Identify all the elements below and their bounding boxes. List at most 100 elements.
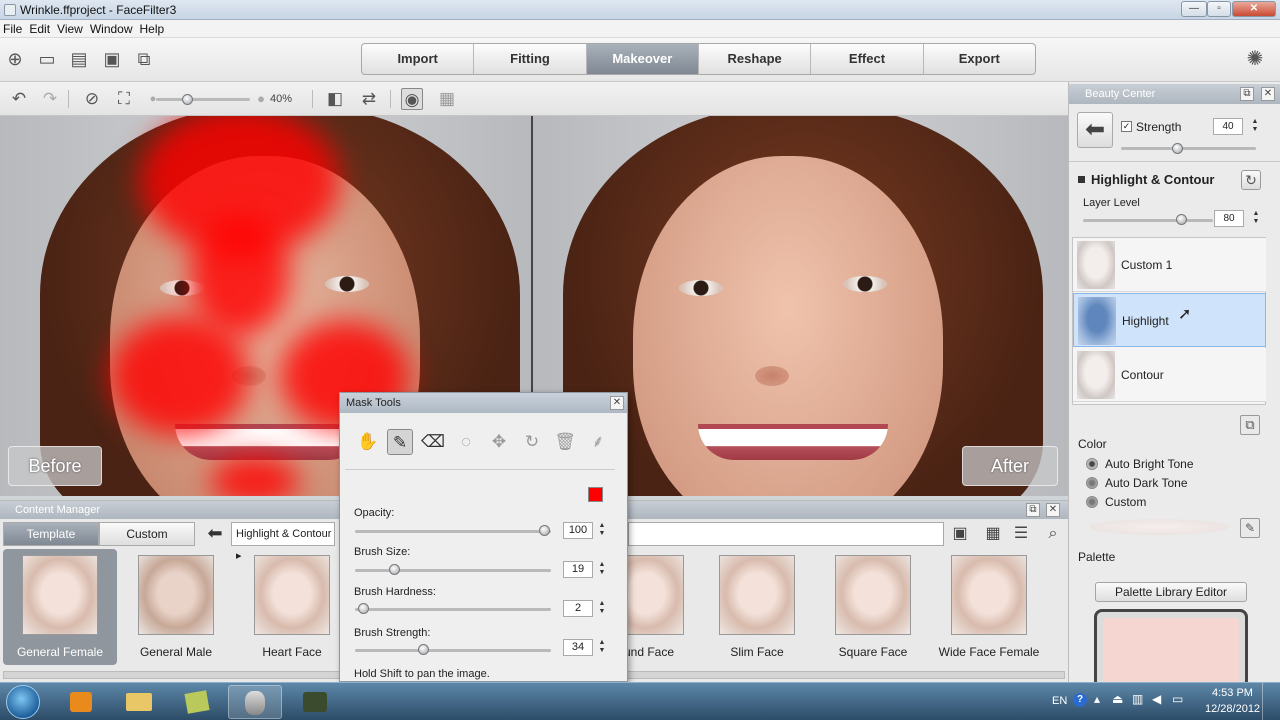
reset-icon[interactable]: ⊘ [81,88,103,110]
new-project-icon[interactable]: ⊕ [4,48,26,70]
taskbar-media-player[interactable] [54,685,108,719]
opacity-slider-knob[interactable] [539,525,550,536]
strength-slider[interactable] [1121,147,1256,150]
close-button[interactable]: ✕ [1232,1,1276,17]
eraser-icon[interactable]: ⌫ [420,429,446,455]
open-image-icon[interactable]: ▤ [68,48,90,70]
swap-view-icon[interactable]: ⇄ [358,88,380,110]
brush-size-value[interactable]: 19 [563,561,593,578]
close-panel-icon[interactable]: ✕ [1261,87,1275,101]
layer-item-custom-1[interactable]: Custom 1 [1073,238,1266,292]
step-makeover[interactable]: Makeover [586,44,699,74]
mask-tools-close-button[interactable]: ✕ [610,396,624,410]
clock-date[interactable]: 12/28/2012 [1205,703,1260,715]
radio-auto-bright-tone[interactable] [1086,458,1098,470]
lasso-icon[interactable]: ◌ [453,429,479,455]
step-reshape[interactable]: Reshape [699,44,812,74]
step-import[interactable]: Import [362,44,475,74]
strength-spinner[interactable]: ▲ ▼ [1250,118,1260,135]
open-folder-icon[interactable]: ▭ [36,48,58,70]
brush-strength-value[interactable]: 34 [563,639,593,656]
eyedropper-icon[interactable]: ✎ [1240,518,1260,538]
save-icon[interactable]: ▣ [101,48,123,70]
undock-icon[interactable]: ⧉ [1240,87,1254,101]
minimize-button[interactable]: — [1181,1,1207,17]
refresh-icon[interactable]: ↻ [1241,170,1261,190]
menu-view[interactable]: View [54,20,87,36]
gradient-view-icon[interactable]: ▦ [436,88,458,110]
undo-icon[interactable]: ↶ [8,88,30,110]
palette-swatch[interactable] [1103,618,1239,688]
brush-icon[interactable]: ✎ [387,429,413,455]
tab-custom[interactable]: Custom [99,522,195,546]
radio-auto-dark-tone[interactable] [1086,477,1098,489]
menu-file[interactable]: File [0,20,26,36]
menu-window[interactable]: Window [87,20,137,36]
zoom-slider-knob[interactable] [182,94,193,105]
brush-hardness-slider[interactable] [355,608,551,611]
zoom-in-icon[interactable]: ● [250,88,272,110]
language-indicator[interactable]: EN [1052,695,1067,707]
layer-level-value[interactable]: 80 [1214,210,1244,227]
strength-slider-knob[interactable] [1172,143,1183,154]
clear-trash-icon[interactable]: 🗑 [552,429,578,455]
search-input[interactable] [628,522,944,546]
radio-custom[interactable] [1086,496,1098,508]
brush-strength-spinner[interactable]: ▲ ▼ [597,639,607,656]
taskbar-notes[interactable] [170,685,224,719]
save-template-icon[interactable]: ▣ [949,522,971,546]
template-general-female[interactable]: General Female [3,549,117,665]
split-view-icon[interactable]: ◧ [324,88,346,110]
volume-icon[interactable]: ◀ [1152,692,1161,706]
brush-hardness-value[interactable]: 2 [563,600,593,617]
palette-library-editor-button[interactable]: Palette Library Editor [1095,582,1247,602]
step-effect[interactable]: Effect [811,44,924,74]
taskbar-facefilter[interactable] [228,685,282,719]
feather-icon[interactable]: ⸙ [585,429,611,455]
template-wide-face-female[interactable]: Wide Face Female [932,549,1046,665]
category-breadcrumb[interactable]: Highlight & Contour ▸ [231,522,335,562]
layer-item-contour[interactable]: Contour [1073,348,1266,402]
start-button[interactable] [6,685,40,719]
clock-time[interactable]: 4:53 PM [1212,687,1253,699]
layer-level-slider[interactable] [1083,219,1213,222]
tab-template[interactable]: Template [3,522,99,546]
step-fitting[interactable]: Fitting [474,44,587,74]
redo-icon[interactable]: ↷ [39,88,61,110]
opacity-value[interactable]: 100 [563,522,593,539]
hand-pan-icon[interactable]: ✋ [355,429,381,455]
brush-size-slider[interactable] [355,569,551,572]
power-icon[interactable]: ▭ [1172,692,1183,706]
mask-color-swatch[interactable] [588,487,603,502]
template-round-face[interactable]: und Face [628,549,684,665]
layer-level-slider-knob[interactable] [1176,214,1187,225]
template-slim-face[interactable]: Slim Face [700,549,814,665]
layer-level-spinner[interactable]: ▲ ▼ [1251,210,1261,227]
zoom-slider[interactable] [156,98,250,101]
brush-hardness-slider-knob[interactable] [358,603,369,614]
strength-checkbox[interactable]: ✓ [1121,121,1132,132]
network-icon[interactable]: ▥ [1132,692,1143,706]
template-square-face[interactable]: Square Face [816,549,930,665]
menu-edit[interactable]: Edit [26,20,54,36]
brush-size-slider-knob[interactable] [389,564,400,575]
show-hidden-icons-icon[interactable]: ▴ [1094,692,1100,706]
search-icon[interactable]: ⌕ [1042,522,1064,546]
step-export[interactable]: Export [924,44,1035,74]
brush-strength-slider-knob[interactable] [418,644,429,655]
close-panel-icon[interactable]: ✕ [1046,503,1060,517]
taskbar-explorer[interactable] [112,685,166,719]
maximize-button[interactable]: ▫ [1207,1,1231,17]
option-auto-bright-tone[interactable]: Auto Bright Tone [1105,457,1194,471]
magic-wand-icon[interactable]: ✥ [486,429,512,455]
mask-view-icon[interactable]: ◉ [401,88,423,110]
usb-icon[interactable]: ⏏ [1112,692,1123,706]
option-custom[interactable]: Custom [1105,495,1146,509]
layer-item-highlight[interactable]: Highlight ➚ [1073,293,1266,347]
template-heart-face[interactable]: Heart Face [235,549,349,665]
fit-to-window-icon[interactable]: ⛶ [113,88,135,110]
list-view-icon[interactable]: ☰ [1010,522,1032,546]
brush-hardness-spinner[interactable]: ▲ ▼ [597,600,607,617]
show-desktop-button[interactable] [1262,683,1280,720]
template-general-male[interactable]: General Male [119,549,233,665]
